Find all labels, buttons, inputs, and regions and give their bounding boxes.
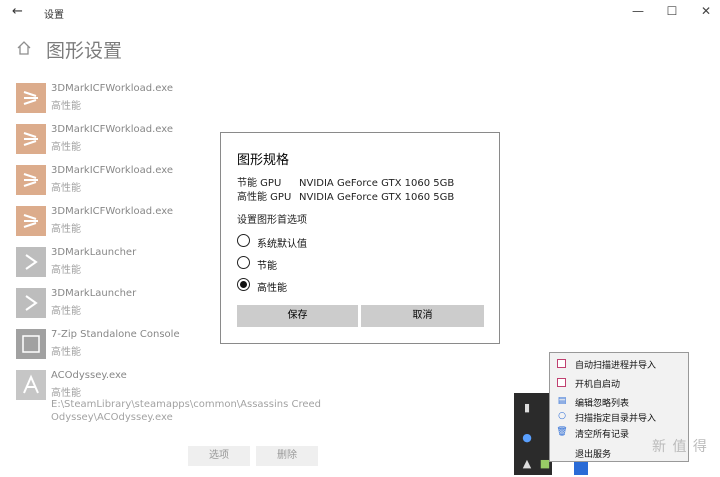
app-path: E:\SteamLibrary\steamapps\common\Assassi… [51, 399, 321, 423]
power-saving-gpu-label: 节能 GPU [237, 178, 282, 189]
7zip-icon [16, 329, 46, 359]
app-name: 3DMarkICFWorkload.exe [51, 165, 174, 176]
usb-icon[interactable]: ▮ [520, 401, 534, 415]
back-arrow-icon[interactable]: ← [12, 4, 23, 19]
trash-icon: 🗑 [556, 427, 568, 437]
high-perf-gpu-row: 高性能 GPU NVIDIA GeForce GTX 1060 5GB [237, 188, 454, 203]
acodyssey-icon [16, 370, 46, 400]
app-name: 3DMarkICFWorkload.exe [51, 206, 174, 217]
app-name: ACOdyssey.exe [51, 370, 127, 381]
checkbox-icon[interactable] [557, 378, 566, 387]
app-name: 3DMarkLauncher [51, 288, 137, 299]
checkbox-icon[interactable] [557, 359, 566, 368]
preference-section-label: 设置图形首选项 [237, 215, 307, 226]
tray-triangle-icon[interactable]: ▲ [520, 457, 534, 471]
menu-item-label: 编辑忽略列表 [575, 399, 630, 409]
cancel-button[interactable]: 取消 [361, 305, 484, 327]
network-app-icon[interactable]: ● [520, 431, 534, 445]
app-name: 3DMarkICFWorkload.exe [51, 124, 174, 135]
title-bar: ← 设置 — ☐ ✕ [0, 0, 720, 24]
menu-item-edit-ignore-list[interactable]: ▤ 编辑忽略列表 [550, 394, 690, 410]
dialog-title: 图形规格 [237, 153, 290, 168]
save-button[interactable]: 保存 [237, 305, 358, 327]
scan-folder-icon: ○ [558, 411, 566, 421]
home-icon[interactable] [16, 40, 32, 56]
3dmark-icon [16, 206, 46, 236]
watermark-text: 新 值 得 [652, 439, 708, 455]
app-preference: 高性能 [51, 224, 81, 235]
window-title: 设置 [44, 10, 64, 21]
selected-tray-app-icon[interactable] [574, 461, 588, 475]
menu-item-label: 开机自启动 [575, 380, 621, 390]
menu-item-label: 退出服务 [575, 450, 612, 460]
app-name: 7-Zip Standalone Console [51, 329, 180, 340]
radio-selected-icon[interactable] [237, 278, 250, 291]
app-list-item-selected[interactable]: ACOdyssey.exe 高性能 E:\SteamLibrary\steama… [16, 369, 356, 429]
radio-label: 系统默认值 [257, 239, 307, 250]
menu-item-label: 清空所有记录 [575, 430, 630, 440]
3dmark-launcher-icon [16, 247, 46, 277]
app-preference: 高性能 [51, 183, 81, 194]
menu-item-autostart[interactable]: 开机自启动 [550, 375, 690, 391]
menu-item-label: 扫描指定目录并导入 [575, 414, 657, 424]
menu-item-auto-scan[interactable]: 自动扫描进程并导入 [550, 356, 690, 372]
3dmark-icon [16, 83, 46, 113]
app-preference: 高性能 [51, 101, 81, 112]
minimize-button[interactable]: — [628, 4, 648, 18]
3dmark-icon [16, 165, 46, 195]
high-perf-gpu-label: 高性能 GPU [237, 192, 292, 203]
menu-item-scan-folder[interactable]: ○ 扫描指定目录并导入 [550, 409, 690, 425]
app-preference: 高性能 [51, 306, 81, 317]
graphics-spec-dialog: 图形规格 节能 GPU NVIDIA GeForce GTX 1060 5GB 高… [220, 132, 500, 344]
app-name: 3DMarkLauncher [51, 247, 137, 258]
page-title: 图形设置 [46, 40, 123, 62]
3dmark-launcher-icon [16, 288, 46, 318]
radio-unselected-icon[interactable] [237, 234, 250, 247]
app-preference: 高性能 [51, 388, 81, 399]
app-name: 3DMarkICFWorkload.exe [51, 83, 174, 94]
close-button[interactable]: ✕ [696, 4, 716, 18]
app-preference: 高性能 [51, 265, 81, 276]
radio-unselected-icon[interactable] [237, 256, 250, 269]
edit-list-icon: ▤ [557, 396, 567, 406]
radio-dot [240, 281, 247, 288]
radio-label: 节能 [257, 261, 277, 272]
radio-label: 高性能 [257, 283, 287, 294]
high-perf-gpu-value: NVIDIA GeForce GTX 1060 5GB [299, 192, 455, 203]
app-list-item[interactable]: 3DMarkICFWorkload.exe 高性能 [16, 82, 356, 116]
3dmark-icon [16, 124, 46, 154]
power-saving-gpu-row: 节能 GPU NVIDIA GeForce GTX 1060 5GB [237, 174, 454, 189]
app-preference: 高性能 [51, 142, 81, 153]
app-preference: 高性能 [51, 347, 81, 358]
maximize-button[interactable]: ☐ [662, 4, 682, 18]
menu-item-label: 自动扫描进程并导入 [575, 361, 657, 371]
options-button[interactable]: 选项 [188, 446, 250, 466]
tray-overflow-panel: ▮ ● ▲ ■ [514, 393, 552, 475]
delete-button[interactable]: 删除 [256, 446, 318, 466]
